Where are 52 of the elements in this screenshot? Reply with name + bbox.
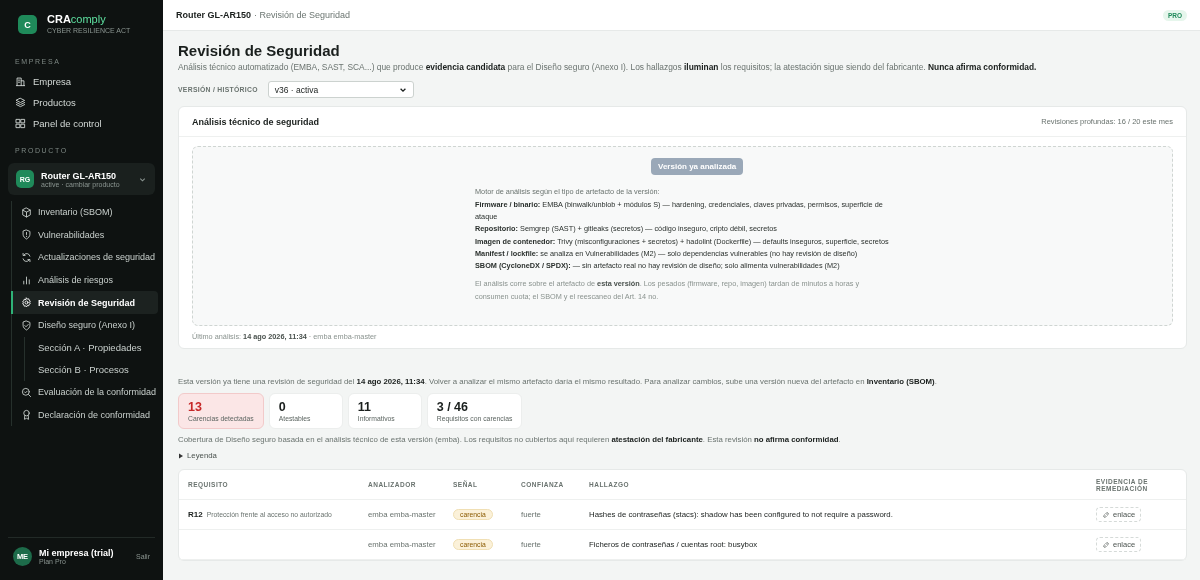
search-check-icon bbox=[21, 386, 32, 398]
nav-label: Inventario (SBOM) bbox=[38, 207, 113, 218]
nav-label: Revisión de Seguridad bbox=[38, 297, 136, 308]
nav-item[interactable]: Actualizaciones de seguridad bbox=[11, 246, 158, 269]
award-icon bbox=[21, 409, 32, 421]
page-title: Revisión de Seguridad bbox=[178, 42, 341, 59]
nav-subitem[interactable]: Sección B · Procesos bbox=[25, 358, 163, 381]
shield-icon bbox=[21, 229, 32, 241]
logo-badge: C bbox=[18, 15, 37, 34]
breadcrumb-page: · Revisión de Seguridad bbox=[254, 10, 351, 20]
card-title: Análisis técnico de seguridad bbox=[192, 116, 320, 127]
nav-item[interactable]: Productos bbox=[0, 92, 163, 113]
nav-label: Declaración de conformidad bbox=[38, 409, 151, 420]
nav-label: Evaluación de la conformidad bbox=[38, 387, 157, 398]
link-icon bbox=[1102, 540, 1110, 549]
grid-icon bbox=[15, 118, 26, 129]
nav-item[interactable]: Revisión de Seguridad bbox=[11, 291, 158, 314]
stat-value: 13 bbox=[188, 400, 203, 414]
nav-item[interactable]: Inventario (SBOM) bbox=[11, 201, 158, 224]
stat-value: 11 bbox=[357, 400, 372, 414]
nav-label: Panel de control bbox=[33, 118, 102, 129]
nav-item[interactable]: Declaración de conformidad bbox=[11, 403, 158, 427]
brand-name: CRAcomply bbox=[47, 14, 107, 25]
refresh-icon bbox=[21, 252, 32, 263]
nav-label: Análisis de riesgos bbox=[38, 275, 114, 286]
user-name: Mi empresa (trial) bbox=[39, 548, 114, 558]
settings-icon bbox=[21, 297, 32, 309]
stat-value: 0 bbox=[278, 400, 287, 414]
link-icon bbox=[1102, 510, 1110, 519]
cube-icon bbox=[21, 206, 32, 218]
nav-item[interactable]: Empresa bbox=[0, 71, 163, 92]
nav-label: Productos bbox=[33, 97, 76, 108]
bar-chart-icon bbox=[21, 274, 32, 286]
nav-label: Empresa bbox=[33, 76, 71, 87]
product-name: Router GL-AR150 bbox=[41, 170, 117, 181]
nav-label: Vulnerabilidades bbox=[38, 229, 105, 240]
layers-icon bbox=[15, 97, 26, 108]
nav-item[interactable]: Evaluación de la conformidad bbox=[11, 380, 158, 404]
nav-item[interactable]: Panel de control bbox=[0, 113, 163, 134]
building-icon bbox=[15, 76, 26, 87]
breadcrumb-product[interactable]: Router GL-AR150 bbox=[176, 10, 251, 20]
nav-item[interactable]: Vulnerabilidades bbox=[11, 223, 158, 247]
shield-check-icon bbox=[21, 319, 32, 331]
nav-item[interactable]: Análisis de riesgos bbox=[11, 268, 158, 292]
stat-value: 3 / 46 bbox=[436, 400, 470, 414]
nav-label: Actualizaciones de seguridad bbox=[38, 252, 156, 263]
triangle-icon bbox=[178, 452, 184, 459]
version-select[interactable]: v36 · activa bbox=[267, 81, 414, 98]
nav-item[interactable]: Diseño seguro (Anexo I) bbox=[11, 313, 158, 337]
nav-label: Diseño seguro (Anexo I) bbox=[38, 320, 136, 331]
nav-subitem[interactable]: Sección A · Propiedades bbox=[25, 336, 163, 359]
page-description: Análisis técnico automatizado (EMBA, SAST, SCA...) que produce evidencia candidata para el Diseño seguro (Anexo I). Los hallazgos iluminan los requisitos; la atestación sigue siendo del fabricante. Nunca afirma conformidad. bbox=[178, 62, 1038, 72]
